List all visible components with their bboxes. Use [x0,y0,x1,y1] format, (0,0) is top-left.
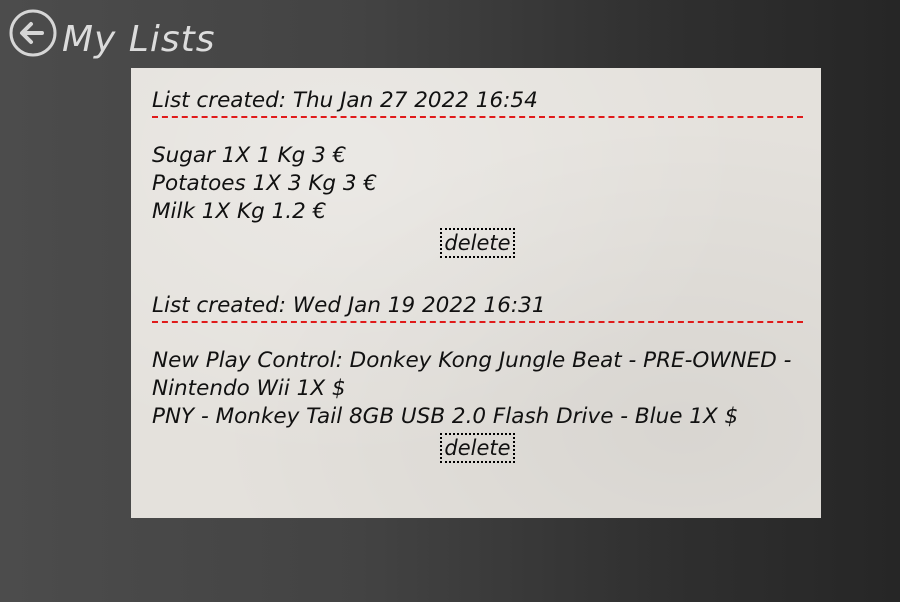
list-item: Sugar 1X 1 Kg 3 € [152,143,347,168]
back-button[interactable] [8,8,58,58]
lists-panel: List created: Thu Jan 27 2022 16:54 Suga… [131,68,821,518]
shopping-list: List created: Wed Jan 19 2022 16:31 New … [152,291,803,463]
header: My Lists [8,8,216,58]
delete-list-button[interactable]: delete [440,433,515,463]
delete-list-button[interactable]: delete [440,228,515,258]
list-item: PNY - Monkey Tail 8GB USB 2.0 Flash Driv… [152,404,739,429]
list-item: New Play Control: Donkey Kong Jungle Bea… [152,348,792,401]
list-created-heading: List created: Wed Jan 19 2022 16:31 [152,291,803,323]
list-items: New Play Control: Donkey Kong Jungle Bea… [152,347,803,431]
list-item: Milk 1X Kg 1.2 € [152,199,327,224]
list-item: Potatoes 1X 3 Kg 3 € [152,171,378,196]
list-items: Sugar 1X 1 Kg 3 € Potatoes 1X 3 Kg 3 € M… [152,142,803,226]
shopping-list: List created: Thu Jan 27 2022 16:54 Suga… [152,86,803,258]
list-created-heading: List created: Thu Jan 27 2022 16:54 [152,86,803,118]
page-title: My Lists [62,19,216,60]
arrow-left-circle-icon [9,9,57,57]
